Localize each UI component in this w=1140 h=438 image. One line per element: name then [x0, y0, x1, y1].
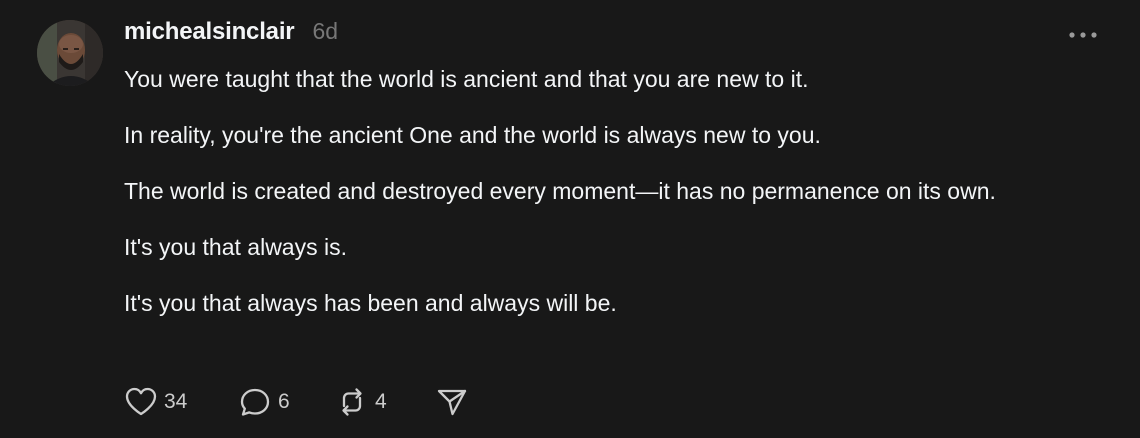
username-link[interactable]: michealsinclair	[124, 18, 295, 46]
repost-button[interactable]: 4	[335, 384, 435, 420]
post-header: michealsinclair 6d	[124, 18, 338, 52]
more-horizontal-icon	[1068, 31, 1098, 39]
repost-arrows-icon	[335, 386, 369, 418]
like-button[interactable]: 34	[124, 384, 238, 420]
post-paragraph: It's you that always has been and always…	[124, 290, 617, 316]
profile-photo	[37, 20, 103, 86]
avatar[interactable]	[37, 20, 103, 86]
thread-post: michealsinclair 6d You were taught that …	[0, 0, 1140, 438]
comment-bubble-icon	[238, 386, 272, 418]
paper-plane-icon	[435, 386, 469, 418]
post-paragraph: The world is created and destroyed every…	[124, 178, 996, 204]
share-button[interactable]	[435, 384, 471, 420]
post-paragraph: It's you that always is.	[124, 234, 347, 260]
repost-count: 4	[375, 390, 387, 413]
post-timestamp[interactable]: 6d	[312, 18, 338, 45]
reply-count: 6	[278, 390, 290, 413]
heart-icon	[124, 386, 158, 418]
post-paragraph: You were taught that the world is ancien…	[124, 66, 809, 92]
more-options-button[interactable]	[1060, 22, 1106, 48]
like-count: 34	[164, 390, 188, 413]
post-body: You were taught that the world is ancien…	[124, 62, 1084, 342]
post-actions: 34 6 4	[124, 384, 471, 420]
reply-button[interactable]: 6	[238, 384, 335, 420]
post-paragraph: In reality, you're the ancient One and t…	[124, 122, 821, 148]
